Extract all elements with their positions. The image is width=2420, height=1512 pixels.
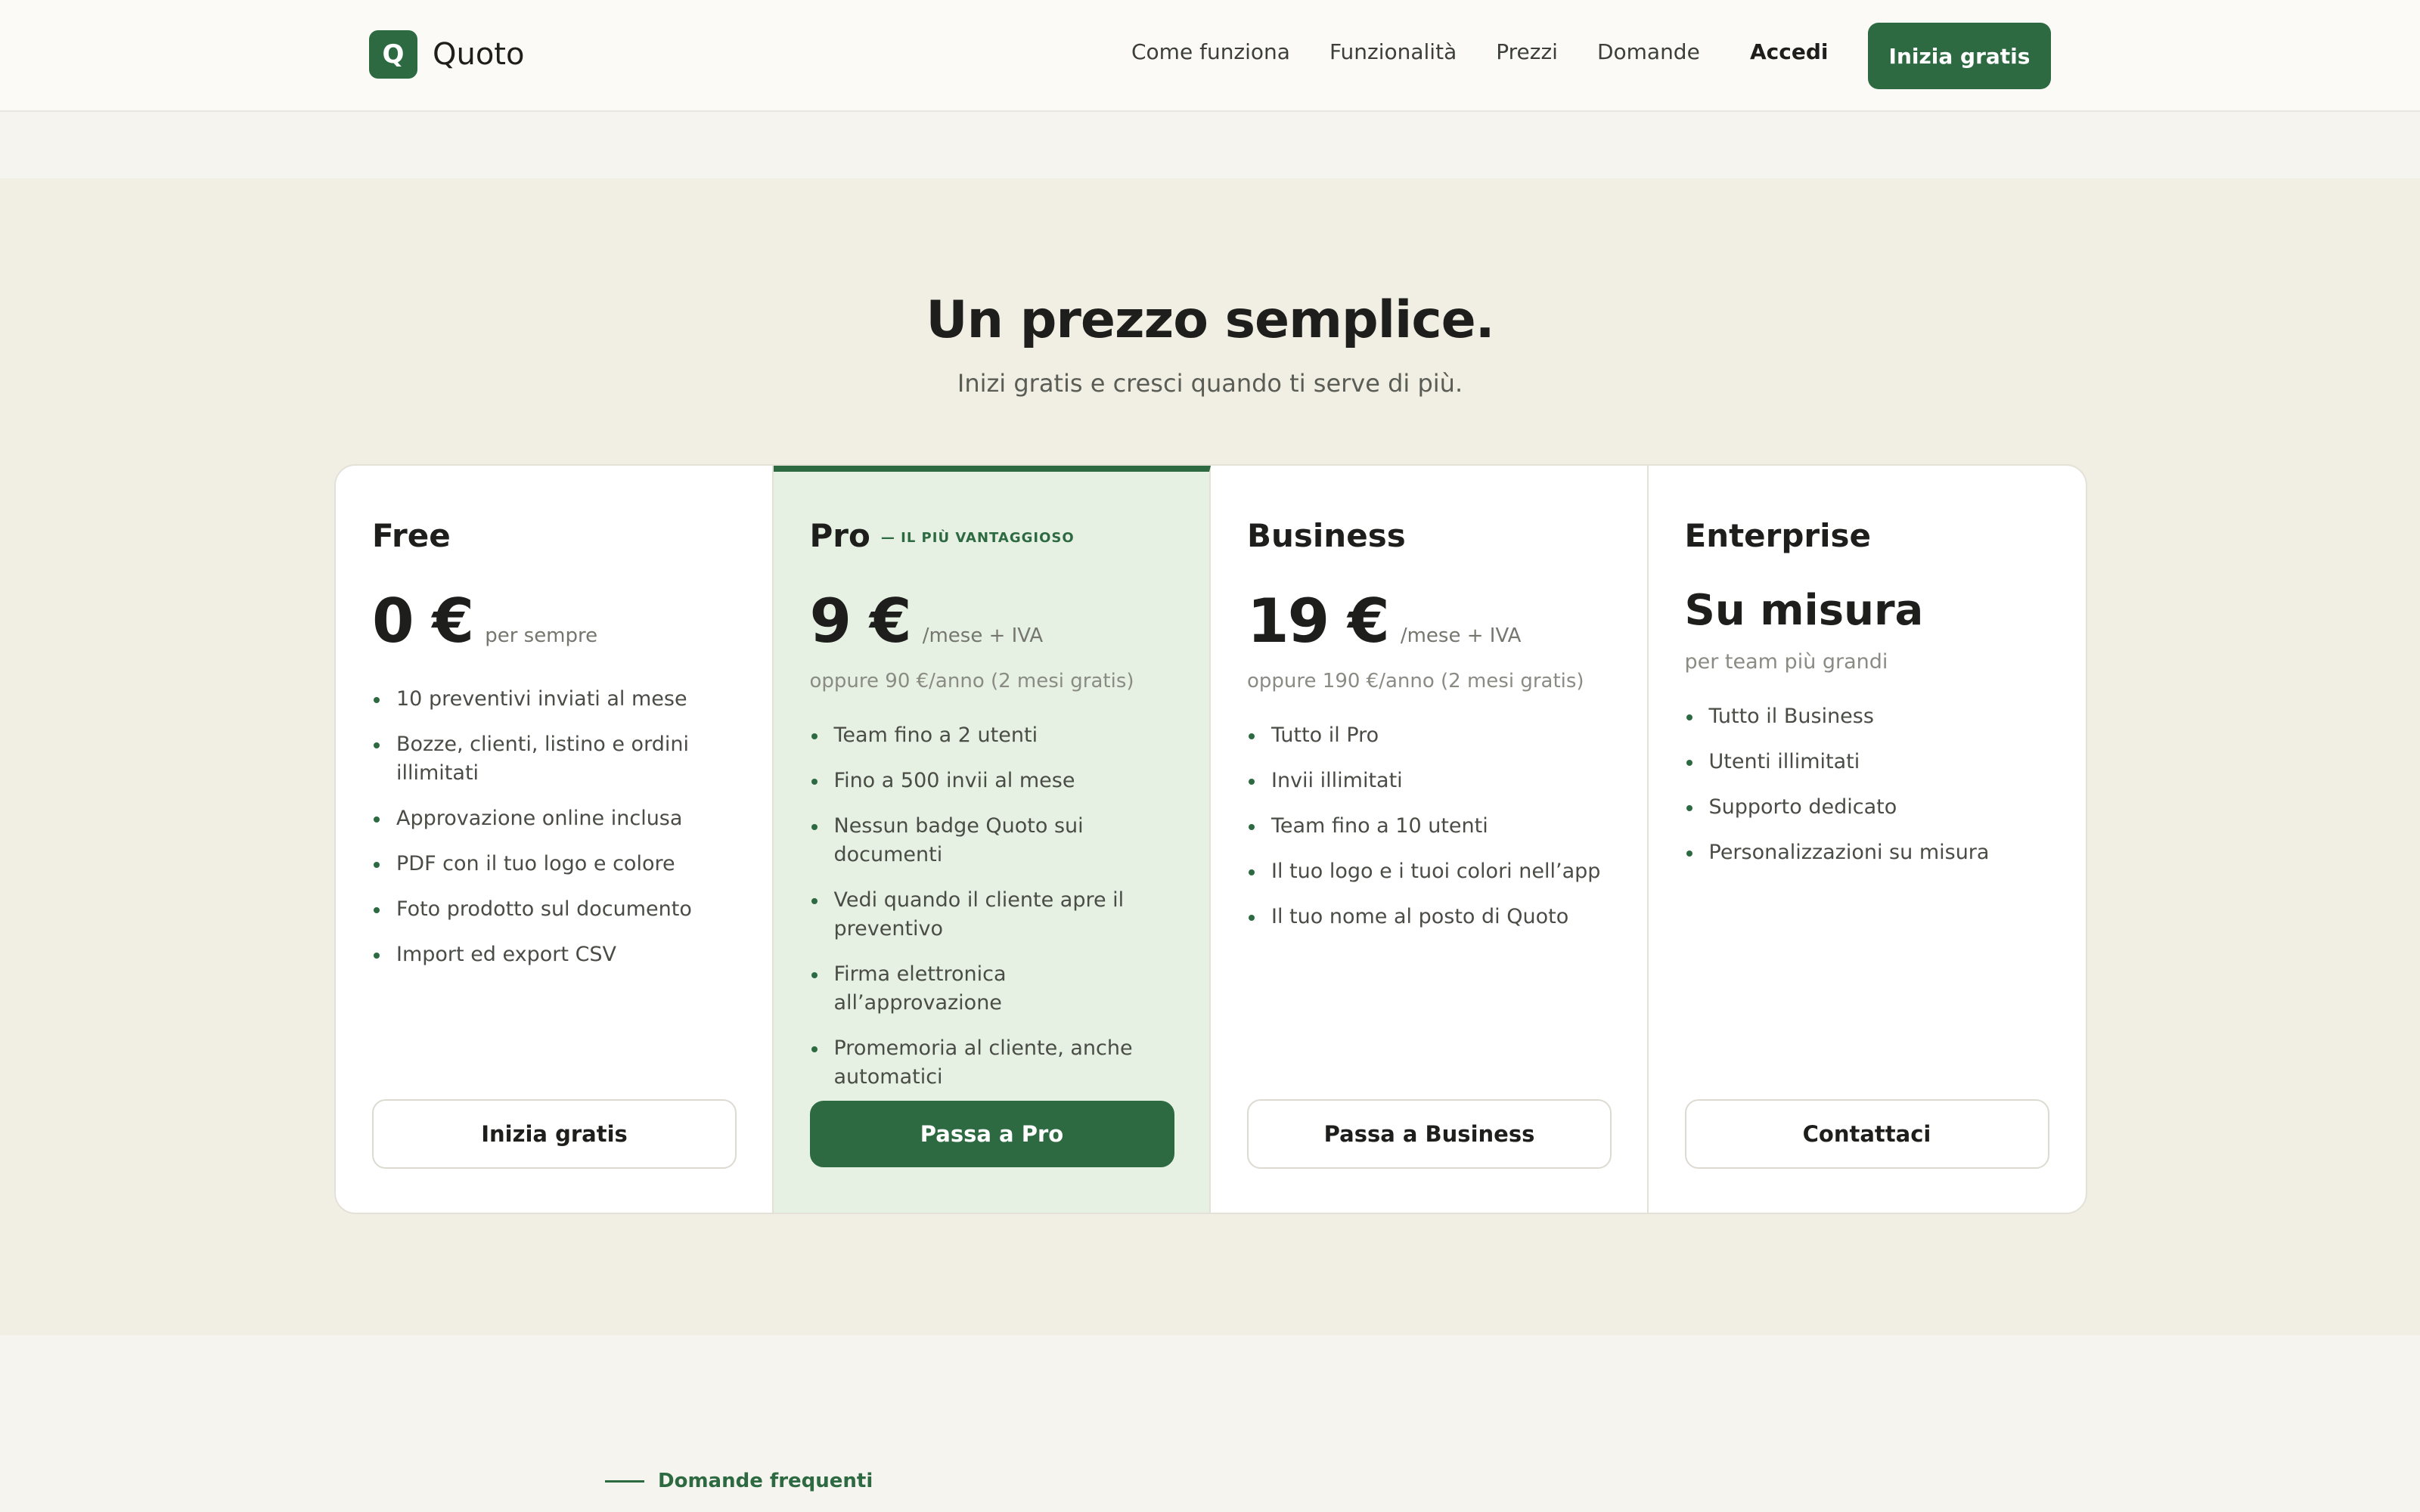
feature-list: Tutto il Business Utenti illimitati Supp… [1685, 702, 2050, 867]
feature-item: Firma elettronica all’approvazione [810, 960, 1174, 1018]
feature-item: Promemoria al cliente, anche automatici [810, 1034, 1174, 1092]
feature-item: Utenti illimitati [1685, 748, 2050, 776]
pricing-section: Un prezzo semplice. Inizi gratis e cresc… [0, 178, 2420, 1335]
plan-price: Su misura [1684, 586, 1924, 635]
price-note: per sempre [485, 624, 598, 647]
feature-item: Fino a 500 invii al mese [810, 767, 1174, 795]
feature-item: Supporto dedicato [1685, 793, 2050, 822]
nav-link-funzionalita[interactable]: Funzionalità [1329, 39, 1457, 64]
feature-list: Team fino a 2 utenti Fino a 500 invii al… [810, 721, 1174, 1092]
feature-item: PDF con il tuo logo e colore [372, 850, 736, 878]
price-row: 0 € per sempre [372, 586, 736, 656]
feature-list: Tutto il Pro Invii illimitati Team fino … [1247, 721, 1611, 931]
plan-name: Business [1247, 517, 1406, 554]
feature-item: Personalizzazioni su misura [1685, 838, 2050, 867]
header-signup-button[interactable]: Inizia gratis [1868, 23, 2051, 89]
plan-name: Enterprise [1684, 517, 1872, 554]
contact-us-button[interactable]: Contattaci [1684, 1099, 2049, 1169]
price-note: per team più grandi [1684, 650, 1888, 674]
plan-pro: Pro — IL PIÙ VANTAGGIOSO 9 € /mese + IVA … [773, 466, 1211, 1213]
nav-link-prezzi[interactable]: Prezzi [1496, 39, 1558, 64]
plan-free: Free 0 € per sempre 10 preventivi inviat… [336, 466, 774, 1213]
faq-label: Domande frequenti [658, 1470, 873, 1492]
feature-item: Tutto il Pro [1247, 721, 1611, 750]
feature-item: Invii illimitati [1247, 767, 1611, 795]
plan-business: Business 19 € /mese + IVA oppure 190 €/a… [1211, 466, 1649, 1213]
logo-icon: Q [369, 30, 417, 79]
price-note: /mese + IVA [922, 624, 1044, 647]
upgrade-business-button[interactable]: Passa a Business [1247, 1099, 1612, 1169]
price-row: Su misura [1685, 586, 2050, 635]
plan-name: Pro [809, 517, 870, 554]
plan-enterprise: Enterprise Su misura per team più grandi… [1649, 466, 2086, 1213]
best-value-badge: — IL PIÙ VANTAGGIOSO [880, 530, 1075, 546]
feature-item: Vedi quando il cliente apre il preventiv… [810, 886, 1174, 943]
feature-item: Nessun badge Quoto sui documenti [810, 812, 1174, 869]
plan-name: Free [372, 517, 451, 554]
price-note: /mese + IVA [1400, 624, 1522, 647]
site-header: Q Quoto Come funziona Funzionalità Prezz… [0, 0, 2420, 112]
yearly-price: oppure 190 €/anno (2 mesi gratis) [1247, 670, 1584, 692]
feature-list: 10 preventivi inviati al mese Bozze, cli… [372, 685, 736, 969]
faq-eyebrow: Domande frequenti [605, 1470, 873, 1492]
login-link[interactable]: Accedi [1750, 39, 1829, 64]
feature-item: Approvazione online inclusa [372, 804, 736, 833]
plan-price: 0 € [372, 586, 474, 656]
feature-item: Tutto il Business [1685, 702, 2050, 731]
pricing-subtitle: Inizi gratis e cresci quando ti serve di… [957, 369, 1463, 398]
price-row: 19 € /mese + IVA [1247, 586, 1611, 656]
nav-link-domande[interactable]: Domande [1597, 39, 1700, 64]
plan-price: 9 € [809, 586, 912, 656]
upgrade-pro-button[interactable]: Passa a Pro [809, 1101, 1174, 1167]
brand-name: Quoto [433, 37, 525, 72]
feature-item: Team fino a 10 utenti [1247, 812, 1611, 841]
feature-item: Team fino a 2 utenti [810, 721, 1174, 750]
feature-item: Foto prodotto sul documento [372, 895, 736, 924]
feature-item: 10 preventivi inviati al mese [372, 685, 736, 714]
pricing-plans: Free 0 € per sempre 10 preventivi inviat… [334, 464, 2087, 1214]
nav-link-come-funziona[interactable]: Come funziona [1131, 39, 1290, 64]
plan-price: 19 € [1247, 586, 1390, 656]
brand-logo[interactable]: Q Quoto [369, 30, 524, 79]
main-nav: Come funziona Funzionalità Prezzi Domand… [1131, 39, 1739, 64]
start-free-button[interactable]: Inizia gratis [372, 1099, 737, 1169]
feature-item: Bozze, clienti, listino e ordini illimit… [372, 730, 736, 788]
eyebrow-divider [605, 1479, 644, 1483]
feature-item: Il tuo logo e i tuoi colori nell’app [1247, 857, 1611, 886]
plan-name-row: Pro — IL PIÙ VANTAGGIOSO [810, 517, 1174, 554]
pricing-title: Un prezzo semplice. [926, 290, 1494, 350]
price-row: 9 € /mese + IVA [810, 586, 1174, 656]
feature-item: Il tuo nome al posto di Quoto [1247, 903, 1611, 931]
feature-item: Import ed export CSV [372, 940, 736, 969]
yearly-price: oppure 90 €/anno (2 mesi gratis) [809, 670, 1134, 692]
